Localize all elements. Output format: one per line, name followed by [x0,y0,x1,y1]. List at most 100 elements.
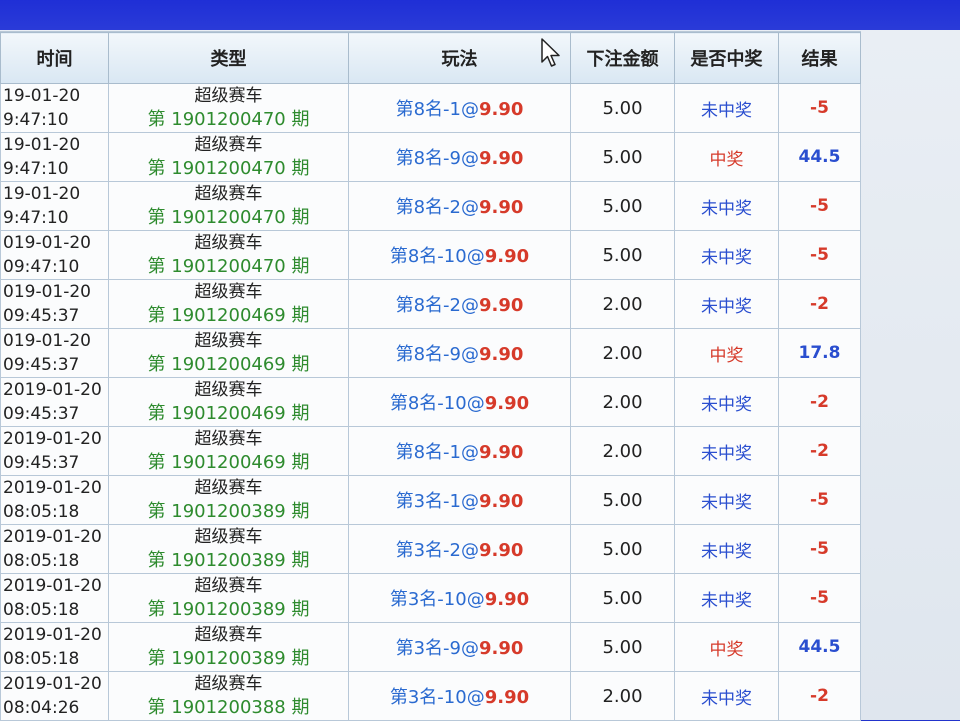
bet-date: 2019-01-20 [3,625,102,645]
bet-date: 019-01-20 [3,331,91,351]
play-cell: 第3名-2@9.90 [348,524,571,574]
bet-amount: 5.00 [602,244,643,266]
play-odds: 9.90 [478,491,524,512]
play-selection: 第8名-1@ [395,99,479,120]
mouse-pointer-icon [541,38,560,67]
table-row[interactable]: 19-01-20 9:47:10 超级赛车第 1901200470 期第8名-1@9… [0,83,861,133]
time-cell: 2019-01-20 08:05:18 [0,524,109,574]
play-odds: 9.90 [478,638,524,659]
game-type: 超级赛车 [194,85,263,106]
win-status-cell: 未中奖 [674,426,779,476]
type-cell: 超级赛车第 1901200389 期 [108,573,349,623]
bet-date: 2019-01-20 [3,576,102,596]
bet-amount: 5.00 [602,97,643,119]
result-value: -2 [810,392,829,412]
bet-time: 08:05:18 [3,600,80,620]
play-cell: 第8名-1@9.90 [348,426,571,476]
bet-time: 9:47:10 [3,159,69,179]
table-row[interactable]: 2019-01-20 08:05:18 超级赛车第 1901200389 期第3名-… [0,622,861,672]
table-row[interactable]: 019-01-20 09:45:37 超级赛车第 1901200469 期第8名-2… [0,279,861,329]
result-value: -5 [810,196,829,216]
bet-amount: 5.00 [602,636,643,658]
play-odds: 9.90 [478,295,524,316]
game-type: 超级赛车 [194,624,263,645]
game-type: 超级赛车 [194,673,263,694]
header-time[interactable]: 时间 [0,32,109,84]
game-type: 超级赛车 [194,134,263,155]
table-row[interactable]: 2019-01-20 08:05:18 超级赛车第 1901200389 期第3名-… [0,475,861,525]
win-status: 未中奖 [701,394,752,415]
play-odds: 9.90 [478,148,524,169]
type-cell: 超级赛车第 1901200470 期 [108,83,349,133]
win-status: 未中奖 [701,688,752,709]
header-type[interactable]: 类型 [108,32,349,84]
period-number: 第 1901200389 期 [147,500,310,522]
play-odds: 9.90 [484,393,530,414]
bet-date: 2019-01-20 [3,527,102,547]
header-amount[interactable]: 下注金额 [570,32,675,84]
result-cell: -5 [778,475,861,525]
time-cell: 2019-01-20 08:05:18 [0,622,109,672]
period-number: 第 1901200469 期 [147,353,310,375]
bet-amount: 5.00 [602,489,643,511]
table-row[interactable]: 019-01-20 09:45:37 超级赛车第 1901200469 期第8名-9… [0,328,861,378]
win-status: 未中奖 [701,443,752,464]
bet-time: 9:47:10 [3,208,69,228]
amount-cell: 2.00 [570,426,675,476]
result-value: -2 [810,441,829,461]
table-row[interactable]: 2019-01-20 09:45:37 超级赛车第 1901200469 期第8名-… [0,426,861,476]
table-row[interactable]: 019-01-20 09:47:10 超级赛车第 1901200470 期第8名-1… [0,230,861,280]
play-selection: 第8名-10@ [389,393,485,414]
win-status: 未中奖 [701,590,752,611]
play-cell: 第8名-1@9.90 [348,83,571,133]
type-cell: 超级赛车第 1901200469 期 [108,426,349,476]
header-win-status[interactable]: 是否中奖 [674,32,779,84]
bet-time: 09:45:37 [3,404,80,424]
amount-cell: 5.00 [570,83,675,133]
result-cell: 44.5 [778,132,861,182]
play-cell: 第8名-2@9.90 [348,181,571,231]
header-result[interactable]: 结果 [778,32,861,84]
play-cell: 第8名-10@9.90 [348,230,571,280]
type-cell: 超级赛车第 1901200470 期 [108,230,349,280]
period-number: 第 1901200469 期 [147,304,310,326]
bet-time: 09:45:37 [3,453,80,473]
game-type: 超级赛车 [194,183,263,204]
play-cell: 第3名-10@9.90 [348,573,571,623]
amount-cell: 2.00 [570,377,675,427]
amount-cell: 5.00 [570,132,675,182]
table-row[interactable]: 19-01-20 9:47:10 超级赛车第 1901200470 期第8名-9@9… [0,132,861,182]
win-status: 未中奖 [701,492,752,513]
bet-time: 9:47:10 [3,110,69,130]
table-row[interactable]: 2019-01-20 08:05:18 超级赛车第 1901200389 期第3名-… [0,573,861,623]
win-status-cell: 未中奖 [674,475,779,525]
result-value: -2 [810,686,829,706]
bet-time: 09:45:37 [3,306,80,326]
bet-time: 09:45:37 [3,355,80,375]
result-value: 17.8 [798,343,841,363]
play-cell: 第3名-1@9.90 [348,475,571,525]
table-row[interactable]: 2019-01-20 08:05:18 超级赛车第 1901200389 期第3名-… [0,524,861,574]
play-selection: 第8名-9@ [395,148,479,169]
header-row: 时间 类型 玩法 下注金额 是否中奖 结果 [0,32,861,84]
table-row[interactable]: 2019-01-20 09:45:37 超级赛车第 1901200469 期第8名-… [0,377,861,427]
bet-time: 08:05:18 [3,551,80,571]
table-row[interactable]: 2019-01-20 08:04:26 超级赛车第 1901200388 期第3名-… [0,671,861,721]
header-play[interactable]: 玩法 [348,32,571,84]
time-cell: 2019-01-20 09:45:37 [0,377,109,427]
play-selection: 第8名-2@ [395,295,479,316]
table-row[interactable]: 19-01-20 9:47:10 超级赛车第 1901200470 期第8名-2@9… [0,181,861,231]
bet-time: 08:05:18 [3,649,80,669]
bet-date: 2019-01-20 [3,380,102,400]
time-cell: 2019-01-20 08:04:26 [0,671,109,721]
bet-amount: 2.00 [602,293,643,315]
game-type: 超级赛车 [194,428,263,449]
play-selection: 第3名-9@ [395,638,479,659]
win-status-cell: 未中奖 [674,83,779,133]
screen: 时间 类型 玩法 下注金额 是否中奖 结果 19-01-20 9:47:10 超级赛… [0,0,960,721]
table-header: 时间 类型 玩法 下注金额 是否中奖 结果 [0,32,861,84]
type-cell: 超级赛车第 1901200470 期 [108,132,349,182]
game-type: 超级赛车 [194,379,263,400]
amount-cell: 2.00 [570,279,675,329]
amount-cell: 5.00 [570,524,675,574]
